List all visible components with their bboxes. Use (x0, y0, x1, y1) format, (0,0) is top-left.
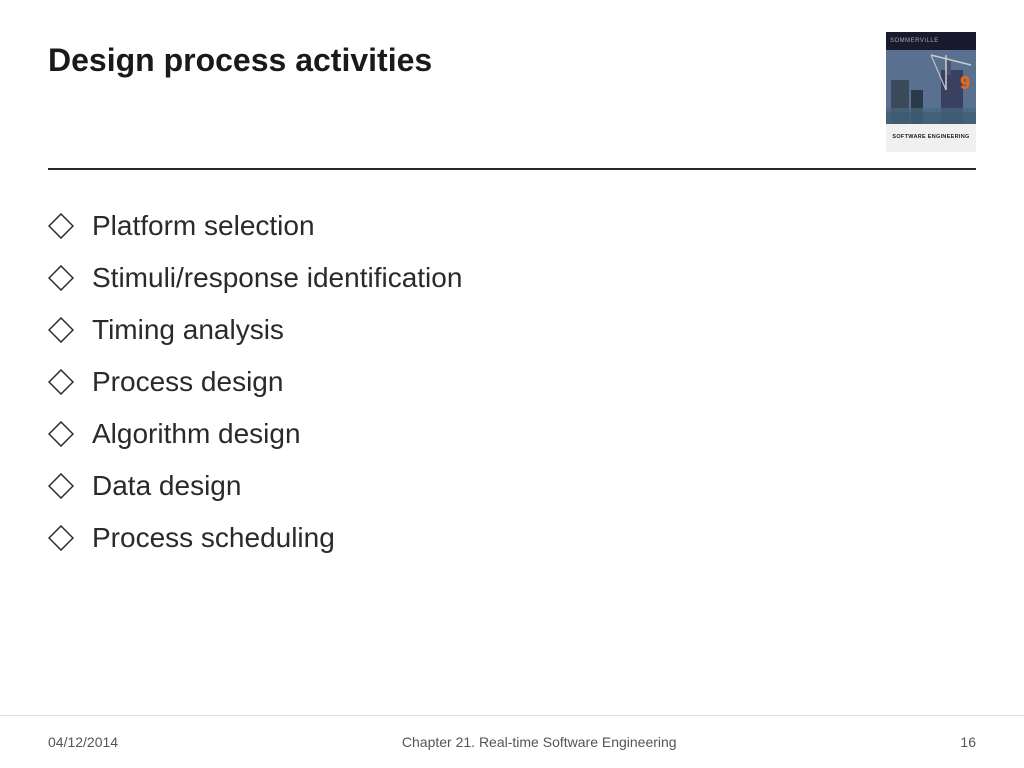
book-cover: SOMMERVILLE (886, 32, 976, 152)
slide-footer: 04/12/2014 Chapter 21. Real-time Softwar… (0, 715, 1024, 768)
footer-page: 16 (960, 734, 976, 750)
list-item: Stimuli/response identification (48, 252, 976, 304)
footer-chapter: Chapter 21. Real-time Software Engineeri… (402, 734, 677, 750)
bullet-text: Data design (92, 470, 241, 502)
list-item: Platform selection (48, 200, 976, 252)
list-item: Process design (48, 356, 976, 408)
list-item: Timing analysis (48, 304, 976, 356)
slide-content: Platform selection Stimuli/response iden… (0, 170, 1024, 564)
slide-header: Design process activities SOMMERVILLE (0, 0, 1024, 152)
diamond-icon (48, 421, 74, 447)
book-author-label: SOMMERVILLE (890, 38, 939, 44)
bullet-text: Timing analysis (92, 314, 284, 346)
list-item: Algorithm design (48, 408, 976, 460)
bullet-text: Platform selection (92, 210, 315, 242)
diamond-icon (48, 525, 74, 551)
diamond-icon (48, 473, 74, 499)
diamond-icon (48, 369, 74, 395)
slide-title: Design process activities (48, 32, 432, 79)
bullet-text: Process scheduling (92, 522, 335, 554)
list-item: Process scheduling (48, 512, 976, 564)
bullet-text: Algorithm design (92, 418, 301, 450)
diamond-icon (48, 265, 74, 291)
bullet-list: Platform selection Stimuli/response iden… (48, 200, 976, 564)
list-item: Data design (48, 460, 976, 512)
book-title: SOFTWARE ENGINEERING (892, 134, 969, 141)
diamond-icon (48, 317, 74, 343)
footer-date: 04/12/2014 (48, 734, 118, 750)
bullet-text: Stimuli/response identification (92, 262, 462, 294)
bullet-text: Process design (92, 366, 283, 398)
book-image: 9 (886, 50, 976, 124)
book-edition: 9 (960, 73, 970, 94)
diamond-icon (48, 213, 74, 239)
slide: Design process activities SOMMERVILLE (0, 0, 1024, 768)
